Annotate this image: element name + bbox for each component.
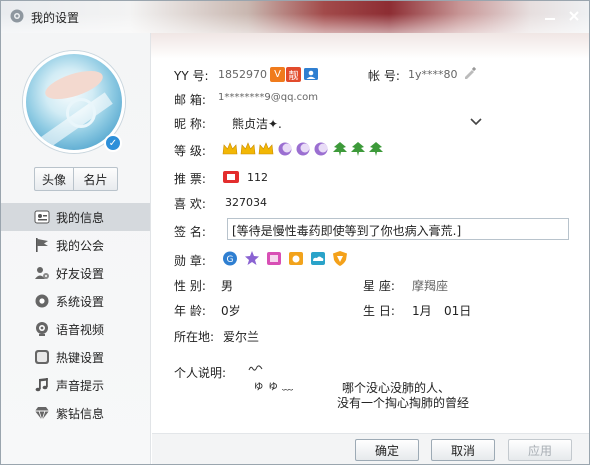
close-button[interactable] <box>565 7 583 25</box>
gender-value: 男 <box>221 279 234 293</box>
svg-text:G: G <box>227 255 234 265</box>
sidebar-item-purple-diamond[interactable]: 紫钻信息 <box>1 399 150 427</box>
profile-card-icon <box>34 210 50 224</box>
sidebar-item-voice-video[interactable]: 语音视频 <box>1 315 150 343</box>
like-value: 327034 <box>225 196 267 209</box>
sidebar-nav: 我的信息 我的公会 好友设置 系统设置 语音视频 热键设置 声音提示 紫钻信息 <box>1 203 150 427</box>
footer-bar: 确定 取消 应用 <box>152 433 589 464</box>
webcam-icon <box>36 322 48 336</box>
squiggle-mark <box>248 365 263 371</box>
constellation-label: 星 座: <box>363 279 395 293</box>
music-note-icon <box>35 378 48 392</box>
sidebar-item-hotkey-settings[interactable]: 热键设置 <box>1 343 150 371</box>
crown-icon <box>240 142 256 155</box>
cloud-medal-icon <box>311 252 325 265</box>
moon-icon <box>296 142 310 156</box>
hotkey-icon <box>35 350 49 364</box>
gear-icon <box>35 294 49 308</box>
settings-window: 我的设置 ✓ 头像 名片 我的信息 我的公会 好友设置 系统设置 语音视频 热键… <box>0 0 590 465</box>
moon-icon <box>314 142 328 156</box>
tab-avatar[interactable]: 头像 <box>34 167 74 191</box>
about-line-3: 没有一个掏心掏肺的曾经 <box>337 396 470 410</box>
nickname-label: 昵 称: <box>174 117 206 131</box>
cancel-button[interactable]: 取消 <box>431 439 495 461</box>
user-gear-icon <box>35 267 49 279</box>
email-value: 1********9@qq.com <box>218 92 318 103</box>
edit-pencil-icon[interactable] <box>463 66 477 80</box>
about-line-1: ゅ ゅ ﹏ <box>253 379 293 392</box>
constellation-value: 摩羯座 <box>412 279 449 293</box>
sidebar-item-my-guild[interactable]: 我的公会 <box>1 231 150 259</box>
chevron-down-icon[interactable] <box>470 118 482 126</box>
twitter-bird-icon: ✓ <box>104 134 122 152</box>
like-label: 喜 欢: <box>174 197 206 211</box>
g-medal-icon: G <box>223 251 237 266</box>
sidebar-item-label: 紫钻信息 <box>56 406 105 421</box>
leaf-icon <box>333 142 347 156</box>
signature-label: 签 名: <box>174 225 206 239</box>
leaf-icon <box>369 142 383 156</box>
account-value: 1y****80 <box>408 68 458 81</box>
crown-icon <box>222 142 238 155</box>
birthday-month: 1月 <box>412 304 432 318</box>
ox-medal-icon <box>289 252 303 265</box>
sidebar-item-label: 声音提示 <box>56 378 105 393</box>
sidebar-item-system-settings[interactable]: 系统设置 <box>1 287 150 315</box>
recommend-value: 112 <box>247 171 268 184</box>
vip-badge: V <box>270 67 285 82</box>
medal-icons: G <box>223 251 347 266</box>
signature-input[interactable]: [等待是慢性毒药即使等到了你也病入膏荒.] <box>227 218 569 240</box>
star-medal-icon <box>245 251 259 265</box>
sidebar-item-label: 系统设置 <box>56 294 105 309</box>
nickname-value: 熊贞洁✦. <box>232 117 282 131</box>
sidebar-item-friend-settings[interactable]: 好友设置 <box>1 259 150 287</box>
age-value: 0岁 <box>221 304 241 318</box>
sidebar-item-label: 我的信息 <box>56 210 105 225</box>
tab-namecard[interactable]: 名片 <box>74 167 118 191</box>
age-label: 年 龄: <box>174 304 206 318</box>
title-bar[interactable]: 我的设置 <box>1 1 589 33</box>
location-value: 爱尔兰 <box>223 330 260 344</box>
yy-number-value: 1852970 <box>218 68 267 81</box>
about-label: 个人说明: <box>174 366 227 380</box>
diamond-icon <box>35 407 49 421</box>
ok-button[interactable]: 确定 <box>355 439 419 461</box>
leaf-icon <box>351 142 365 156</box>
minimize-icon <box>545 18 555 20</box>
flag-icon <box>36 238 48 252</box>
location-label: 所在地: <box>174 330 215 344</box>
profile-panel: YY 号: 1852970 V 靓 帐 号: 1y****80 邮 箱: 1**… <box>152 59 589 434</box>
window-title: 我的设置 <box>31 11 80 25</box>
id-card-icon <box>304 68 318 80</box>
sidebar-item-label: 热键设置 <box>56 350 105 365</box>
birthday-label: 生 日: <box>363 304 395 318</box>
sidebar-item-my-info[interactable]: 我的信息 <box>1 203 150 231</box>
sidebar-item-label: 我的公会 <box>56 238 105 253</box>
recommend-label: 推 票: <box>174 172 206 186</box>
apply-button[interactable]: 应用 <box>508 439 572 461</box>
sidebar: ✓ 头像 名片 我的信息 我的公会 好友设置 系统设置 语音视频 热键设置 声音… <box>1 33 151 464</box>
medal-label: 勋 章: <box>174 254 206 268</box>
sidebar-item-label: 好友设置 <box>56 266 105 281</box>
shield-medal-icon <box>333 251 347 266</box>
minimize-button[interactable] <box>541 7 559 25</box>
account-label: 帐 号: <box>368 69 400 83</box>
sidebar-item-label: 语音视频 <box>56 322 105 337</box>
level-icons <box>222 142 383 156</box>
pretty-number-badge: 靓 <box>286 67 301 82</box>
sidebar-item-sound-alerts[interactable]: 声音提示 <box>1 371 150 399</box>
gender-label: 性 别: <box>174 279 206 293</box>
book-medal-icon <box>267 252 281 265</box>
birthday-day: 01日 <box>444 304 472 318</box>
ticket-icon <box>223 171 239 183</box>
settings-gear-icon <box>10 9 24 23</box>
level-label: 等 级: <box>174 144 206 158</box>
close-icon <box>569 11 579 21</box>
email-label: 邮 箱: <box>174 93 206 107</box>
moon-icon <box>278 142 292 156</box>
crown-icon <box>258 142 274 155</box>
yy-number-label: YY 号: <box>174 69 209 83</box>
